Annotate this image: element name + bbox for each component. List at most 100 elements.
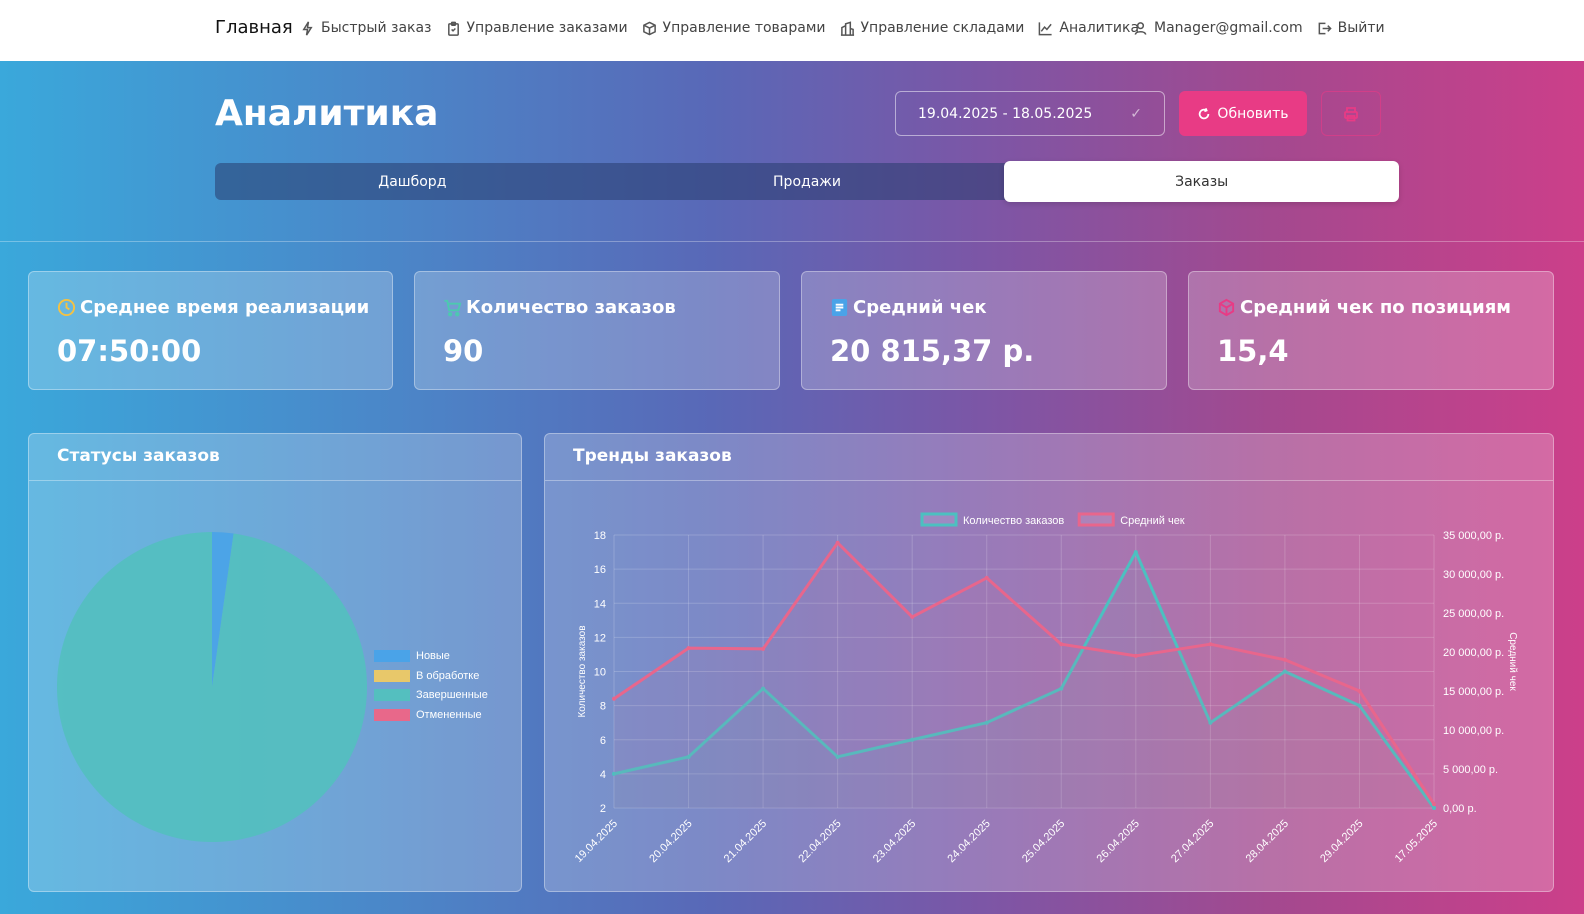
kpi-title-text: Средний чек по позициям	[1240, 297, 1511, 318]
nav-item-analytics[interactable]: Аналитика	[1038, 20, 1139, 36]
order-trends-panel: Тренды заказов 2 4 6 8 10 12 14 16 18 0,00 р. 5 00…	[544, 433, 1554, 892]
tab-sales[interactable]: Продажи	[610, 163, 1005, 200]
y-tick-left: 14	[594, 598, 606, 610]
cube-icon	[1218, 298, 1235, 317]
y-axis-label-left: Количество заказов	[577, 625, 588, 717]
data-point[interactable]	[686, 646, 691, 651]
kpi-title-text: Средний чек	[853, 297, 987, 318]
tab-orders[interactable]: Заказы	[1004, 161, 1400, 202]
nav-item-quick-order[interactable]: Быстрый заказ	[300, 20, 432, 36]
refresh-icon	[1199, 107, 1210, 119]
y-tick-right: 35 000,00 р.	[1443, 530, 1504, 542]
legend-item[interactable]: Завершенные	[374, 689, 488, 701]
legend-swatch	[374, 689, 410, 701]
data-point[interactable]	[1133, 550, 1138, 555]
legend-label: Отмененные	[416, 708, 482, 721]
logout-icon	[1318, 22, 1332, 34]
x-tick: 17.05.2025	[1393, 818, 1440, 865]
legend-swatch	[920, 512, 958, 527]
data-point[interactable]	[1282, 657, 1287, 662]
data-point[interactable]	[761, 646, 766, 651]
refresh-label: Обновить	[1217, 105, 1289, 122]
y-tick-left: 10	[594, 667, 606, 679]
kpi-title-text: Среднее время реализации	[80, 297, 370, 318]
user-menu: Manager@gmail.com Выйти	[1133, 20, 1399, 36]
legend-item[interactable]: В обработке	[374, 669, 480, 682]
nav-item-label: Управление складами	[860, 20, 1025, 36]
kpi-card-avg-time: Среднее время реализации 07:50:00	[28, 271, 393, 390]
printer-icon	[1344, 106, 1358, 121]
user-account-link[interactable]: Manager@gmail.com	[1133, 20, 1303, 36]
date-range-value: 19.04.2025 - 18.05.2025	[918, 105, 1093, 122]
user-email: Manager@gmail.com	[1154, 20, 1303, 36]
refresh-button[interactable]: Обновить	[1179, 91, 1307, 136]
y-tick-right: 5 000,00 р.	[1443, 764, 1498, 776]
logout-link[interactable]: Выйти	[1317, 20, 1385, 36]
chart-line-icon	[1039, 21, 1053, 35]
legend-swatch	[374, 650, 410, 662]
y-tick-left: 16	[594, 564, 606, 576]
data-point[interactable]	[1357, 689, 1362, 693]
analytics-page: Аналитика 19.04.2025 - 18.05.2025 ✓ Обно…	[0, 61, 1584, 914]
nav-item-orders[interactable]: Управление заказами	[446, 20, 628, 36]
page-title: Аналитика	[215, 93, 439, 134]
y-tick-right: 10 000,00 р.	[1443, 725, 1504, 737]
nav-item-label: Управление заказами	[466, 20, 628, 36]
legend-label: Завершенные	[416, 689, 488, 701]
kpi-title: Средний чек	[830, 297, 987, 318]
legend-item[interactable]: Отмененные	[374, 708, 482, 721]
legend-swatch	[374, 708, 410, 721]
user-icon	[1134, 21, 1147, 35]
clipboard-icon	[447, 21, 459, 36]
print-button[interactable]	[1321, 91, 1381, 136]
legend-item[interactable]: Новые	[374, 650, 450, 662]
legend-label: В обработке	[416, 669, 480, 682]
section-divider	[0, 241, 1584, 242]
data-point[interactable]	[984, 575, 989, 580]
nav-item-products[interactable]: Управление товарами	[642, 20, 826, 36]
kpi-title-text: Количество заказов	[466, 297, 676, 318]
kpi-title: Средний чек по позициям	[1217, 297, 1511, 318]
data-point[interactable]	[1208, 642, 1213, 647]
y-tick-right: 0,00 р.	[1443, 803, 1477, 815]
date-range-picker[interactable]: 19.04.2025 - 18.05.2025 ✓	[895, 91, 1165, 136]
legend-label: Количество заказов	[963, 515, 1064, 527]
x-tick: 26.04.2025	[1095, 818, 1142, 865]
x-tick: 22.04.2025	[796, 818, 843, 865]
y-tick-right: 15 000,00 р.	[1443, 686, 1504, 698]
y-tick-left: 4	[600, 769, 606, 781]
analytics-tabs: Дашборд Продажи Заказы	[215, 161, 1400, 202]
legend-swatch	[1077, 512, 1115, 527]
data-point[interactable]	[1133, 653, 1138, 658]
data-point[interactable]	[612, 696, 616, 701]
y-tick-left: 18	[594, 530, 606, 542]
data-point[interactable]	[1059, 642, 1064, 647]
y-tick-left: 8	[600, 701, 606, 713]
kpi-title: Количество заказов	[443, 297, 676, 318]
kpi-value: 90	[443, 334, 484, 368]
kpi-value: 20 815,37 р.	[830, 334, 1035, 368]
y-tick-left: 2	[600, 803, 606, 815]
cart-icon	[444, 299, 462, 317]
nav-item-warehouses[interactable]: Управление складами	[840, 20, 1025, 36]
kpi-card-order-count: Количество заказов 90	[414, 271, 780, 390]
nav-item-label: Аналитика	[1059, 20, 1140, 36]
data-point[interactable]	[835, 540, 840, 545]
legend-label: Средний чек	[1120, 515, 1185, 527]
x-tick: 29.04.2025	[1318, 818, 1365, 865]
y-tick-left: 12	[594, 632, 606, 644]
order-trends-chart: 2 4 6 8 10 12 14 16 18 0,00 р. 5 000,00 р. 10 000,0…	[573, 512, 1518, 865]
building-icon	[840, 20, 854, 36]
x-tick: 23.04.2025	[871, 818, 918, 865]
data-point[interactable]	[910, 614, 915, 619]
data-point[interactable]	[1432, 802, 1436, 807]
order-status-panel: Статусы заказов Новые В обработке Завершен…	[28, 433, 522, 892]
box-icon	[642, 21, 656, 35]
brand-link[interactable]: Главная	[215, 17, 293, 38]
legend-item[interactable]: Средний чек	[1077, 512, 1185, 527]
x-tick: 27.04.2025	[1169, 818, 1216, 865]
x-tick: 21.04.2025	[722, 818, 769, 865]
legend-item[interactable]: Количество заказов	[920, 512, 1064, 527]
y-tick-right: 25 000,00 р.	[1443, 608, 1504, 620]
tab-dashboard[interactable]: Дашборд	[215, 163, 610, 200]
